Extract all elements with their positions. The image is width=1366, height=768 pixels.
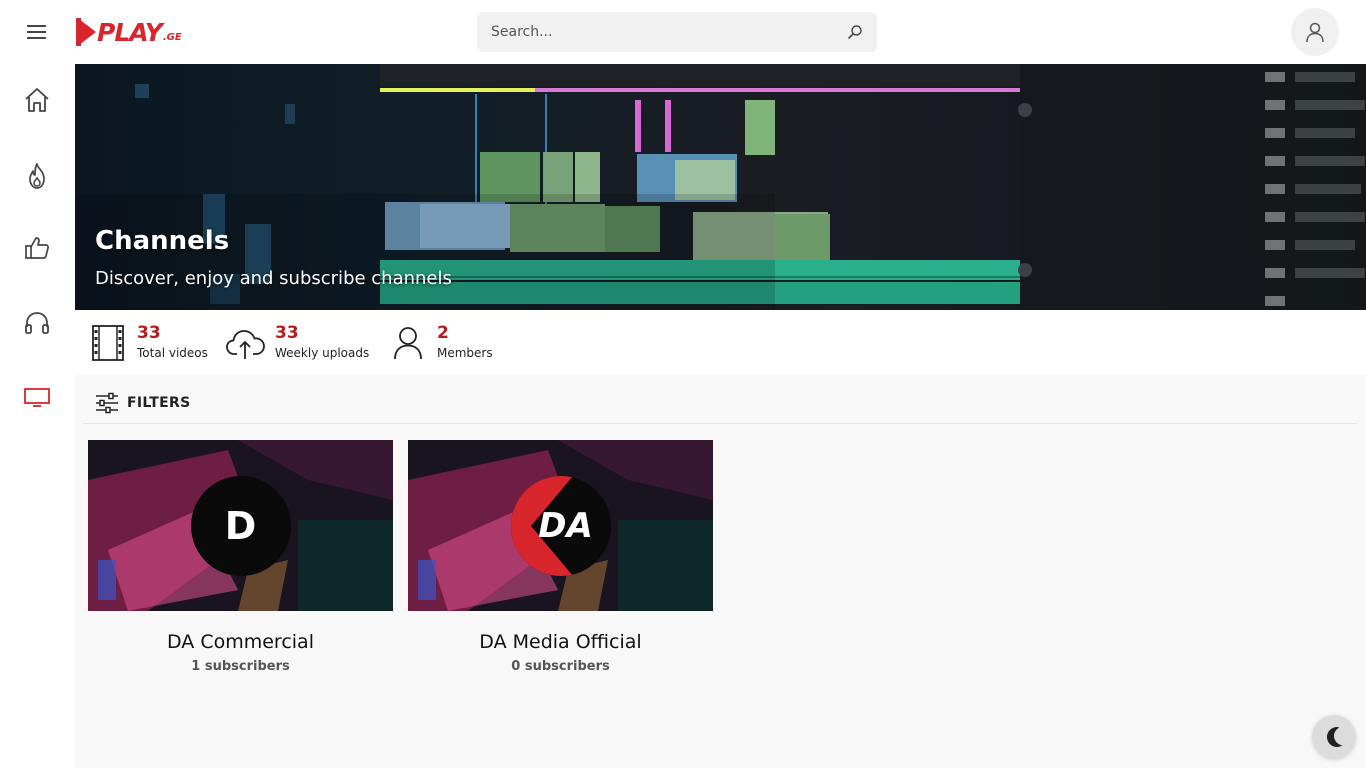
home-icon [25,88,49,112]
stat-total-videos: 33 Total videos [87,322,208,366]
stat-label: Members [437,346,493,360]
stat-members: 2 Members [387,322,493,366]
sliders-icon [96,392,118,413]
search-icon [848,25,862,39]
channel-avatar-text: DA [538,505,593,546]
page-subtitle: Discover, enjoy and subscribe channels [95,268,452,289]
tv-icon [24,388,50,407]
film-icon [92,325,124,361]
stat-weekly-uploads: 33 Weekly uploads [225,322,369,366]
channel-avatar: DA [510,475,611,576]
cloud-upload-icon [226,330,265,359]
channel-name[interactable]: DA Commercial [88,631,393,653]
thumbs-up-icon [25,237,49,259]
stat-label: Weekly uploads [275,346,370,360]
play-logo-icon [76,18,96,46]
hamburger-icon [27,25,46,39]
sidebar-item-channels[interactable] [17,377,57,417]
user-icon [1306,22,1324,43]
sidebar-item-trending[interactable] [17,156,57,196]
menu-button[interactable] [22,18,52,46]
channel-name[interactable]: DA Media Official [408,631,713,653]
channel-subscribers: 1 subscribers [191,659,290,674]
logo-suffix: .GE [162,31,182,43]
channel-card[interactable]: DA DA Media Official 0 subscribers [408,440,713,674]
channel-card[interactable]: D DA Commercial 1 subscribers [88,440,393,674]
top-header: PLAY .GE [0,0,1366,64]
channel-subscribers: 0 subscribers [511,659,610,674]
user-icon [394,327,422,360]
stat-label: Total videos [137,346,208,360]
moon-icon [1327,727,1343,747]
stat-value: 33 [275,323,299,343]
sidebar-item-liked[interactable] [17,228,57,268]
user-avatar-button[interactable] [1291,8,1339,56]
stat-value: 33 [137,323,161,343]
sidebar [0,64,75,768]
stats-bar: 33 Total videos 33 Weekly uploads 2 Memb… [75,310,1366,375]
search-button[interactable] [845,22,865,42]
headphones-icon [25,312,49,334]
channel-avatar: D [190,475,291,576]
channel-avatar-text: D [224,503,257,548]
site-logo[interactable]: PLAY .GE [76,14,182,50]
channels-hero-banner: Channels Discover, enjoy and subscribe c… [75,64,1366,310]
fire-icon [29,163,45,189]
channel-cover: D [88,440,393,611]
page-title: Channels [95,226,230,256]
search-input[interactable] [491,24,831,40]
channel-cover: DA [408,440,713,611]
filters-label: FILTERS [127,394,191,411]
stat-value: 2 [437,323,449,343]
dark-mode-toggle[interactable] [1312,715,1356,759]
search-bar [477,12,877,52]
main-content: Channels Discover, enjoy and subscribe c… [75,64,1366,768]
filters-toggle[interactable]: FILTERS [83,382,1357,424]
sidebar-item-home[interactable] [17,80,57,120]
logo-text: PLAY [97,17,163,47]
sidebar-item-music[interactable] [17,303,57,343]
